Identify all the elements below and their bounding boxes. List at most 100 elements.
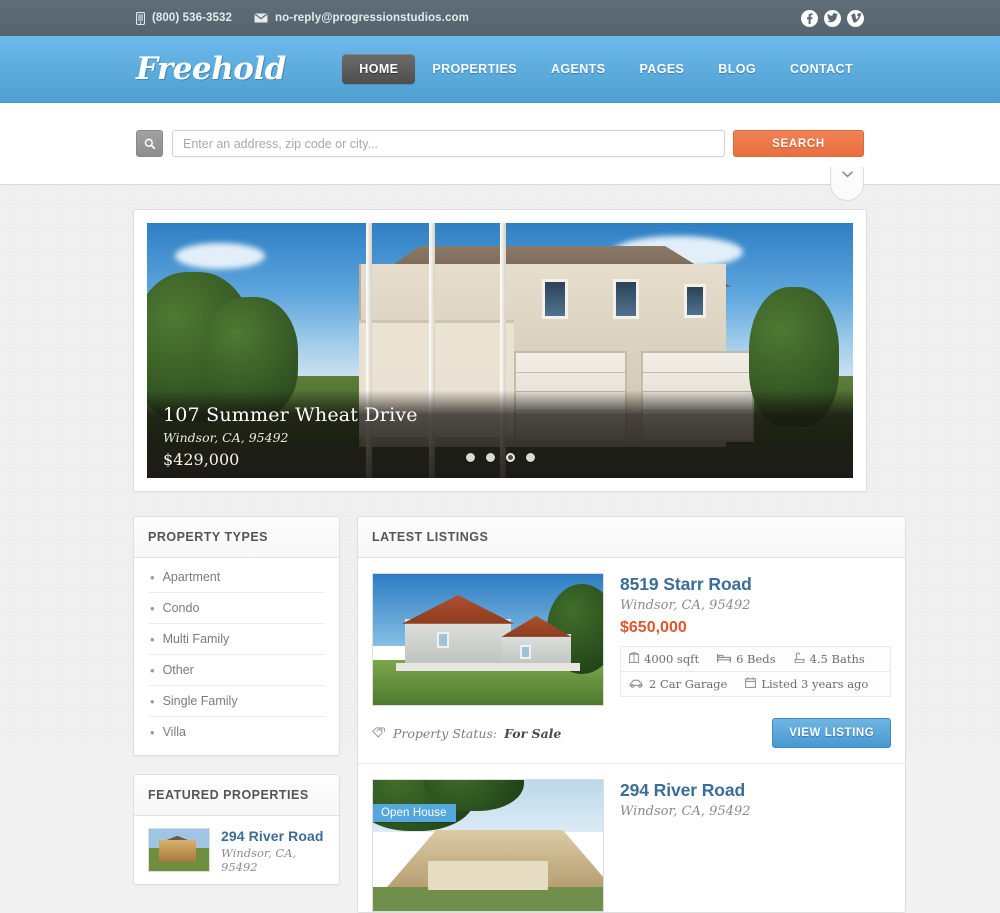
- magnifier-icon[interactable]: [136, 130, 163, 157]
- property-type-label: Other: [162, 663, 194, 677]
- property-types-header: PROPERTY TYPES: [134, 517, 339, 558]
- latest-listings-panel: LATEST LISTINGS 8519 Starr Road Windsor,…: [357, 516, 907, 913]
- property-type-item[interactable]: • Other: [148, 655, 325, 686]
- listing-details: 8519 Starr Road Windsor, CA, 95492 $650,…: [620, 573, 892, 706]
- mobile-phone-icon: [136, 11, 145, 25]
- listing-spec-beds: 6 Beds: [717, 652, 776, 666]
- search-button[interactable]: SEARCH: [733, 130, 864, 157]
- site-header: Freehold HOME PROPERTIES AGENTS PAGES BL…: [0, 36, 1000, 103]
- slider-pagination: [147, 453, 853, 462]
- bath-icon: [794, 652, 805, 666]
- listing-address: Windsor, CA, 95492: [620, 598, 751, 613]
- listing-photo[interactable]: [372, 573, 604, 706]
- listing-title[interactable]: 294 River Road: [620, 780, 891, 801]
- bullet-icon: •: [150, 631, 155, 647]
- latest-listings-header: LATEST LISTINGS: [358, 517, 906, 558]
- listing-status-label: Property Status:: [393, 725, 498, 741]
- view-listing-button[interactable]: VIEW LISTING: [772, 718, 892, 748]
- property-type-item[interactable]: • Condo: [148, 593, 325, 624]
- area-icon: [629, 651, 639, 666]
- nav-item-properties[interactable]: PROPERTIES: [415, 54, 534, 84]
- site-logo[interactable]: Freehold: [136, 51, 286, 87]
- featured-property-title[interactable]: 294 River Road: [221, 828, 325, 844]
- listing-price: $650,000: [620, 619, 687, 636]
- property-type-label: Multi Family: [162, 632, 230, 646]
- topbar-email[interactable]: no-reply@progressionstudios.com: [254, 12, 469, 24]
- property-type-item[interactable]: • Multi Family: [148, 624, 325, 655]
- listing-specs-row: 2 Car Garage Listed 3 years ago: [621, 672, 891, 697]
- hero-property-address: Windsor, CA, 95492: [163, 429, 289, 445]
- tag-icon: [372, 726, 386, 741]
- calendar-icon: [745, 677, 757, 691]
- topbar-contact-group: (800) 536-3532 no-reply@progressionstudi…: [136, 11, 469, 25]
- slider-dot-2[interactable]: [485, 453, 495, 462]
- listing-spec-area: 4000 sqft: [629, 651, 700, 666]
- property-type-item[interactable]: • Apartment: [148, 562, 325, 593]
- listing-specs: 4000 sqft 6 Beds 4.5 Baths 2 Car Garage …: [620, 646, 892, 697]
- property-types-widget: PROPERTY TYPES • Apartment • Condo • Mul…: [133, 516, 340, 756]
- social-links: [801, 0, 864, 36]
- listing-spec-area-label: 4000 sqft: [644, 652, 700, 666]
- nav-item-pages[interactable]: PAGES: [622, 54, 701, 84]
- hero-property-title[interactable]: 107 Summer Wheat Drive: [163, 404, 837, 427]
- listing-row: 8519 Starr Road Windsor, CA, 95492 $650,…: [358, 558, 905, 706]
- property-type-label: Condo: [162, 601, 200, 615]
- twitter-icon[interactable]: [824, 9, 841, 27]
- listing-status: Property Status: For Sale: [372, 726, 561, 741]
- featured-property-item[interactable]: 294 River Road Windsor, CA, 95492: [134, 816, 339, 884]
- listing-details: 294 River Road Windsor, CA, 95492: [620, 779, 891, 912]
- slider-dot-1[interactable]: [465, 453, 475, 462]
- listing-address: Windsor, CA, 95492: [620, 804, 751, 819]
- hero-slide-image: 107 Summer Wheat Drive Windsor, CA, 9549…: [147, 223, 853, 478]
- listing-spec-listed-label: Listed 3 years ago: [761, 677, 869, 691]
- featured-properties-widget: FEATURED PROPERTIES 294 River Road Winds…: [133, 774, 340, 885]
- bullet-icon: •: [150, 724, 155, 740]
- main-content: 107 Summer Wheat Drive Windsor, CA, 9549…: [0, 185, 1000, 913]
- featured-properties-header: FEATURED PROPERTIES: [134, 775, 339, 816]
- search-input[interactable]: [172, 130, 725, 157]
- open-house-badge: Open House: [373, 804, 456, 822]
- listing-specs-row: 4000 sqft 6 Beds 4.5 Baths: [621, 647, 891, 672]
- property-type-item[interactable]: • Villa: [148, 717, 325, 747]
- top-utility-bar: (800) 536-3532 no-reply@progressionstudi…: [0, 0, 1000, 36]
- latest-listings-heading: LATEST LISTINGS: [372, 530, 489, 544]
- facebook-icon[interactable]: [801, 9, 818, 27]
- envelope-icon: [254, 13, 268, 23]
- property-search-bar: SEARCH: [0, 103, 1000, 201]
- topbar-email-text: no-reply@progressionstudios.com: [275, 12, 469, 24]
- property-type-label: Apartment: [162, 570, 221, 584]
- listing-title[interactable]: 8519 Starr Road: [620, 574, 891, 595]
- nav-item-agents[interactable]: AGENTS: [534, 54, 623, 84]
- listing-spec-garage-label: 2 Car Garage: [649, 677, 728, 691]
- listing-spec-garage: 2 Car Garage: [629, 677, 727, 691]
- listing-photo[interactable]: Open House: [372, 779, 604, 912]
- featured-property-thumbnail: [148, 828, 210, 872]
- bed-icon: [717, 652, 732, 666]
- property-types-heading: PROPERTY TYPES: [148, 530, 268, 544]
- bullet-icon: •: [150, 569, 155, 585]
- nav-item-contact[interactable]: CONTACT: [773, 54, 870, 84]
- property-types-list: • Apartment • Condo • Multi Family • Oth…: [134, 558, 339, 755]
- hero-caption: 107 Summer Wheat Drive Windsor, CA, 9549…: [147, 390, 853, 478]
- nav-item-blog[interactable]: BLOG: [701, 54, 773, 84]
- latest-listings-card: LATEST LISTINGS 8519 Starr Road Windsor,…: [357, 516, 907, 913]
- listing-row: Open House 294 River Road Windsor, CA, 9…: [358, 764, 905, 912]
- bullet-icon: •: [150, 662, 155, 678]
- property-type-item[interactable]: • Single Family: [148, 686, 325, 717]
- car-icon: [629, 677, 644, 691]
- property-type-label: Villa: [162, 725, 186, 739]
- hero-slider[interactable]: 107 Summer Wheat Drive Windsor, CA, 9549…: [133, 209, 867, 492]
- listing-spec-listed: Listed 3 years ago: [745, 677, 868, 691]
- vimeo-icon[interactable]: [847, 9, 864, 27]
- slider-dot-3[interactable]: [505, 453, 515, 462]
- topbar-phone-text: (800) 536-3532: [152, 12, 233, 24]
- slider-dot-4[interactable]: [525, 453, 535, 462]
- chevron-down-icon[interactable]: [830, 167, 864, 201]
- topbar-phone[interactable]: (800) 536-3532: [136, 11, 233, 25]
- property-type-label: Single Family: [162, 694, 238, 708]
- sidebar: PROPERTY TYPES • Apartment • Condo • Mul…: [133, 516, 340, 885]
- nav-item-home[interactable]: HOME: [342, 54, 416, 84]
- listing-status-value: For Sale: [504, 725, 562, 741]
- main-navigation: HOME PROPERTIES AGENTS PAGES BLOG CONTAC…: [342, 36, 870, 102]
- listing-spec-baths: 4.5 Baths: [794, 652, 865, 666]
